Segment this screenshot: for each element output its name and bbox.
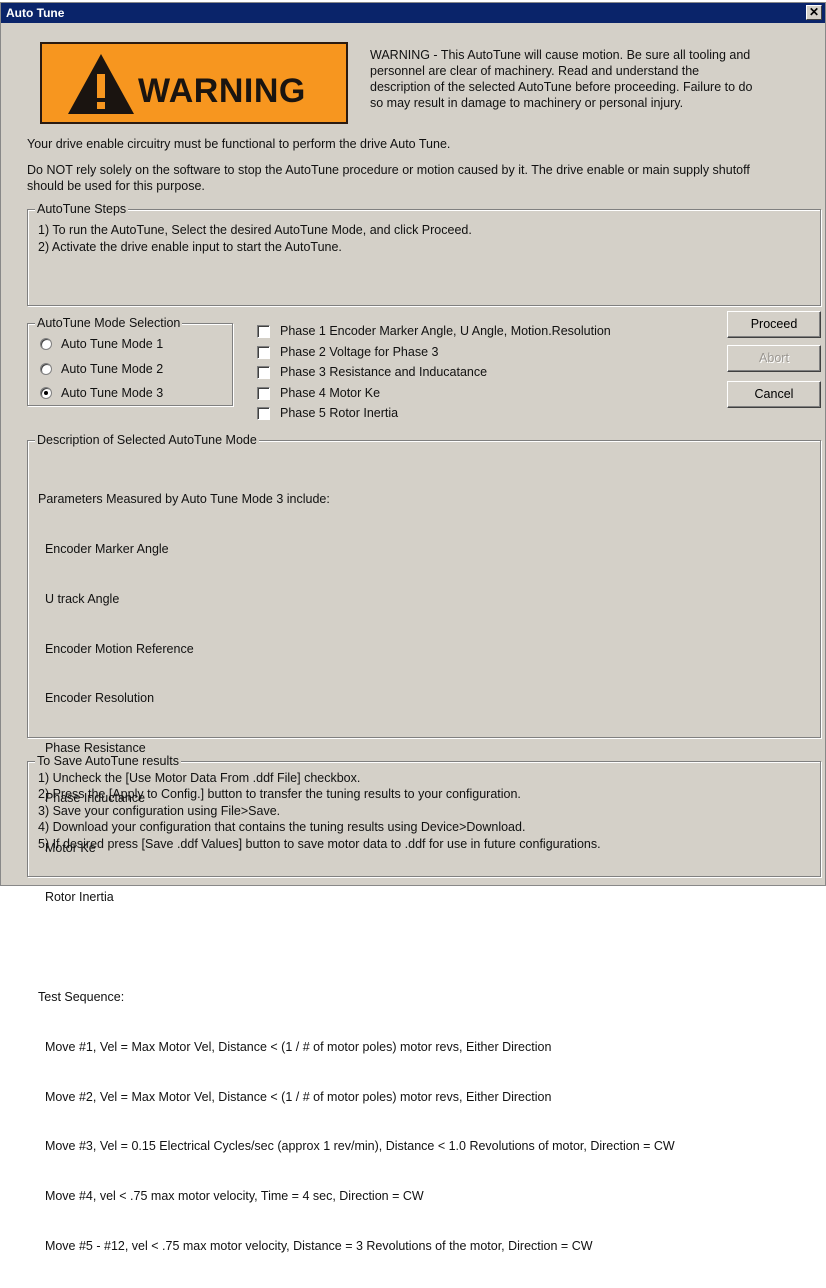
step-line: 1) To run the AutoTune, Select the desir… [38,223,472,237]
checkbox[interactable] [257,324,270,338]
window-title: Auto Tune [6,6,65,20]
abort-button[interactable]: Abort [727,345,821,372]
phase-label: Phase 1 Encoder Marker Angle, U Angle, M… [280,324,611,338]
radio-label: Auto Tune Mode 3 [61,386,164,400]
checkbox[interactable] [257,386,270,400]
description-line: Move #3, Vel = 0.15 Electrical Cycles/se… [38,1139,675,1154]
description-line: Encoder Motion Reference [38,641,194,656]
description-line: Move #1, Vel = Max Motor Vel, Distance <… [38,1039,552,1054]
auto-tune-dialog: Auto Tune ✕ WARNING WARNING - This AutoT… [0,2,826,1253]
autotune-steps-body: 1) To run the AutoTune, Select the desir… [38,222,472,255]
step-line: 2) Activate the drive enable input to st… [38,239,342,254]
radio-button[interactable] [40,363,52,375]
save-step-line: 4) Download your configuration that cont… [38,820,526,835]
warning-line: WARNING - This AutoTune will cause motio… [370,48,751,62]
warning-line: personnel are clear of machinery. Read a… [370,64,700,78]
warning-line: so may result in damage to machinery or … [370,96,684,110]
warning-text: WARNING - This AutoTune will cause motio… [370,47,822,111]
checkbox[interactable] [257,365,270,379]
save-results-group: To Save AutoTune results 1) Uncheck the … [27,754,821,877]
phase-2-checkbox-row[interactable]: Phase 2 Voltage for Phase 3 [257,344,438,360]
description-line: Test Sequence: [38,990,125,1004]
warning-sign: WARNING [40,42,348,124]
description-group: Description of Selected AutoTune Mode Pa… [27,433,821,1253]
save-step-line: 2) Press the [Apply to Config.] button t… [38,787,521,802]
title-bar: Auto Tune ✕ [1,3,825,23]
description-line: Parameters Measured by Auto Tune Mode 3 … [38,492,330,507]
warning-line: description of the selected AutoTune bef… [370,80,753,94]
description-line [38,939,675,956]
phase-label: Phase 4 Motor Ke [280,386,381,400]
phase-3-checkbox-row[interactable]: Phase 3 Resistance and Inducatance [257,364,487,380]
do-not-rely-note-2: should be used for this purpose. [27,179,205,193]
description-line: Encoder Resolution [38,691,155,706]
warning-word: WARNING [138,72,306,110]
description-line: Move #2, Vel = Max Motor Vel, Distance <… [38,1089,552,1104]
description-line: Rotor Inertia [38,890,114,905]
save-results-legend: To Save AutoTune results [35,754,181,769]
description-line: Move #4, vel < .75 max motor velocity, T… [38,1189,424,1204]
save-results-body: 1) Uncheck the [Use Motor Data From .ddf… [38,770,601,852]
mode-selection-legend: AutoTune Mode Selection [35,316,183,331]
proceed-button[interactable]: Proceed [727,311,821,338]
radio-button[interactable] [40,338,52,350]
do-not-rely-note-1: Do NOT rely solely on the software to st… [27,163,750,177]
phase-5-checkbox-row[interactable]: Phase 5 Rotor Inertia [257,405,398,421]
phase-label: Phase 2 Voltage for Phase 3 [280,345,439,359]
phase-label: Phase 3 Resistance and Inducatance [280,365,488,379]
phase-label: Phase 5 Rotor Inertia [280,406,399,420]
checkbox[interactable] [257,345,270,359]
radio-mode-3[interactable]: Auto Tune Mode 3 [40,385,163,401]
description-line: U track Angle [38,591,120,606]
close-button[interactable]: ✕ [806,5,822,20]
description-line: Encoder Marker Angle [38,541,169,556]
mode-selection-group: AutoTune Mode Selection Auto Tune Mode 1… [27,316,233,406]
save-step-line: 3) Save your configuration using File>Sa… [38,803,281,818]
description-line: Move #5 - #12, vel < .75 max motor veloc… [38,1238,593,1253]
radio-label: Auto Tune Mode 2 [61,362,164,376]
description-legend: Description of Selected AutoTune Mode [35,433,259,448]
radio-mode-1[interactable]: Auto Tune Mode 1 [40,336,163,352]
warning-triangle-icon [68,54,134,114]
autotune-steps-legend: AutoTune Steps [35,202,129,217]
radio-label: Auto Tune Mode 1 [61,337,164,351]
cancel-button[interactable]: Cancel [727,381,821,408]
save-step-line: 1) Uncheck the [Use Motor Data From .ddf… [38,771,361,785]
autotune-steps-group: AutoTune Steps 1) To run the AutoTune, S… [27,202,821,306]
enable-circuitry-note: Your drive enable circuitry must be func… [27,137,451,151]
phase-4-checkbox-row[interactable]: Phase 4 Motor Ke [257,385,380,401]
save-step-line: 5) If desired press [Save .ddf Values] b… [38,836,601,851]
checkbox[interactable] [257,406,270,420]
phase-1-checkbox-row[interactable]: Phase 1 Encoder Marker Angle, U Angle, M… [257,323,611,339]
radio-button-selected[interactable] [40,387,52,399]
radio-mode-2[interactable]: Auto Tune Mode 2 [40,361,163,377]
